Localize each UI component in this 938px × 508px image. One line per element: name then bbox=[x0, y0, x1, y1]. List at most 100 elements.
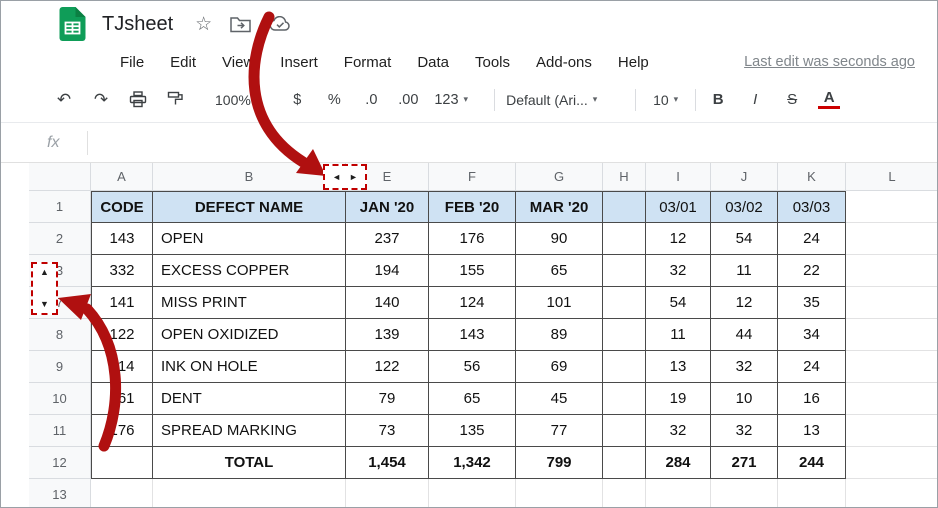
sheets-logo[interactable] bbox=[59, 7, 86, 41]
unhide-columns-left-button[interactable]: ◄ bbox=[332, 173, 341, 182]
cell-L7[interactable] bbox=[846, 287, 938, 319]
cell-F8[interactable]: 143 bbox=[429, 319, 516, 351]
cell-L2[interactable] bbox=[846, 223, 938, 255]
cell-K1[interactable]: 03/03 bbox=[778, 191, 846, 223]
cell-F3[interactable]: 155 bbox=[429, 255, 516, 287]
menu-item-tools[interactable]: Tools bbox=[462, 54, 523, 71]
cell-B7[interactable]: MISS PRINT bbox=[153, 287, 346, 319]
cell-G12[interactable]: 799 bbox=[516, 447, 603, 479]
cell-F1[interactable]: FEB '20 bbox=[429, 191, 516, 223]
cell-G13[interactable] bbox=[516, 479, 603, 508]
cell-G9[interactable]: 69 bbox=[516, 351, 603, 383]
row-header-11[interactable]: 11 bbox=[29, 415, 91, 447]
cell-A3[interactable]: 332 bbox=[91, 255, 153, 287]
cell-H12[interactable] bbox=[603, 447, 646, 479]
cell-G10[interactable]: 45 bbox=[516, 383, 603, 415]
cell-B12[interactable]: TOTAL bbox=[153, 447, 346, 479]
column-header-b[interactable]: B bbox=[153, 163, 346, 191]
cell-K9[interactable]: 24 bbox=[778, 351, 846, 383]
cell-H7[interactable] bbox=[603, 287, 646, 319]
cell-B11[interactable]: SPREAD MARKING bbox=[153, 415, 346, 447]
cell-B9[interactable]: INK ON HOLE bbox=[153, 351, 346, 383]
cell-H10[interactable] bbox=[603, 383, 646, 415]
row-header-10[interactable]: 10 bbox=[29, 383, 91, 415]
cell-J13[interactable] bbox=[711, 479, 778, 508]
cell-F10[interactable]: 65 bbox=[429, 383, 516, 415]
cell-L12[interactable] bbox=[846, 447, 938, 479]
column-header-l[interactable]: L bbox=[846, 163, 938, 191]
decrease-decimal-button[interactable]: .0 bbox=[360, 92, 382, 108]
cell-I8[interactable]: 11 bbox=[646, 319, 711, 351]
cell-B3[interactable]: EXCESS COPPER bbox=[153, 255, 346, 287]
cell-E7[interactable]: 140 bbox=[346, 287, 429, 319]
cell-A8[interactable]: 122 bbox=[91, 319, 153, 351]
font-size-select[interactable]: 10 ▾ bbox=[647, 92, 684, 108]
cell-K12[interactable]: 244 bbox=[778, 447, 846, 479]
cell-K11[interactable]: 13 bbox=[778, 415, 846, 447]
cell-F2[interactable]: 176 bbox=[429, 223, 516, 255]
unhide-columns-right-button[interactable]: ► bbox=[349, 173, 358, 182]
cell-I9[interactable]: 13 bbox=[646, 351, 711, 383]
strikethrough-button[interactable]: S bbox=[781, 91, 803, 108]
cloud-saved-icon[interactable] bbox=[269, 16, 291, 32]
cell-L3[interactable] bbox=[846, 255, 938, 287]
cell-A7[interactable]: 141 bbox=[91, 287, 153, 319]
star-icon[interactable]: ☆ bbox=[195, 15, 212, 34]
column-header-a[interactable]: A bbox=[91, 163, 153, 191]
cell-J7[interactable]: 12 bbox=[711, 287, 778, 319]
cell-L13[interactable] bbox=[846, 479, 938, 508]
cell-E13[interactable] bbox=[346, 479, 429, 508]
cell-I12[interactable]: 284 bbox=[646, 447, 711, 479]
row-header-2[interactable]: 2 bbox=[29, 223, 91, 255]
cell-E8[interactable]: 139 bbox=[346, 319, 429, 351]
cell-B1[interactable]: DEFECT NAME bbox=[153, 191, 346, 223]
cell-L9[interactable] bbox=[846, 351, 938, 383]
percent-format-button[interactable]: % bbox=[323, 92, 345, 108]
cell-J9[interactable]: 32 bbox=[711, 351, 778, 383]
cell-H1[interactable] bbox=[603, 191, 646, 223]
cell-B8[interactable]: OPEN OXIDIZED bbox=[153, 319, 346, 351]
menu-item-add-ons[interactable]: Add-ons bbox=[523, 54, 605, 71]
menu-item-edit[interactable]: Edit bbox=[157, 54, 209, 71]
paint-format-icon[interactable] bbox=[164, 91, 186, 108]
row-header-13[interactable]: 13 bbox=[29, 479, 91, 508]
cell-A1[interactable]: CODE bbox=[91, 191, 153, 223]
cell-J1[interactable]: 03/02 bbox=[711, 191, 778, 223]
cell-F13[interactable] bbox=[429, 479, 516, 508]
cell-H3[interactable] bbox=[603, 255, 646, 287]
cell-K10[interactable]: 16 bbox=[778, 383, 846, 415]
cell-I3[interactable]: 32 bbox=[646, 255, 711, 287]
column-header-g[interactable]: G bbox=[516, 163, 603, 191]
more-formats-button[interactable]: 123 ▾ bbox=[434, 92, 468, 108]
doc-title[interactable]: TJsheet bbox=[102, 13, 173, 36]
cell-F9[interactable]: 56 bbox=[429, 351, 516, 383]
last-edit-status[interactable]: Last edit was seconds ago bbox=[744, 54, 915, 70]
cell-F7[interactable]: 124 bbox=[429, 287, 516, 319]
cell-J12[interactable]: 271 bbox=[711, 447, 778, 479]
cell-K2[interactable]: 24 bbox=[778, 223, 846, 255]
cell-B10[interactable]: DENT bbox=[153, 383, 346, 415]
cell-B2[interactable]: OPEN bbox=[153, 223, 346, 255]
cell-G7[interactable]: 101 bbox=[516, 287, 603, 319]
cell-J10[interactable]: 10 bbox=[711, 383, 778, 415]
cell-G3[interactable]: 65 bbox=[516, 255, 603, 287]
cell-A12[interactable] bbox=[91, 447, 153, 479]
cell-K13[interactable] bbox=[778, 479, 846, 508]
menu-item-insert[interactable]: Insert bbox=[267, 54, 331, 71]
print-icon[interactable] bbox=[127, 91, 149, 108]
cell-G8[interactable]: 89 bbox=[516, 319, 603, 351]
row-header-8[interactable]: 8 bbox=[29, 319, 91, 351]
cell-A13[interactable] bbox=[91, 479, 153, 508]
bold-button[interactable]: B bbox=[707, 91, 729, 108]
cell-E11[interactable]: 73 bbox=[346, 415, 429, 447]
cell-K8[interactable]: 34 bbox=[778, 319, 846, 351]
cell-H13[interactable] bbox=[603, 479, 646, 508]
menu-item-format[interactable]: Format bbox=[331, 54, 405, 71]
italic-button[interactable]: I bbox=[744, 91, 766, 108]
cell-G2[interactable]: 90 bbox=[516, 223, 603, 255]
cell-L10[interactable] bbox=[846, 383, 938, 415]
row-header-12[interactable]: 12 bbox=[29, 447, 91, 479]
cell-H9[interactable] bbox=[603, 351, 646, 383]
cell-I1[interactable]: 03/01 bbox=[646, 191, 711, 223]
cell-L8[interactable] bbox=[846, 319, 938, 351]
